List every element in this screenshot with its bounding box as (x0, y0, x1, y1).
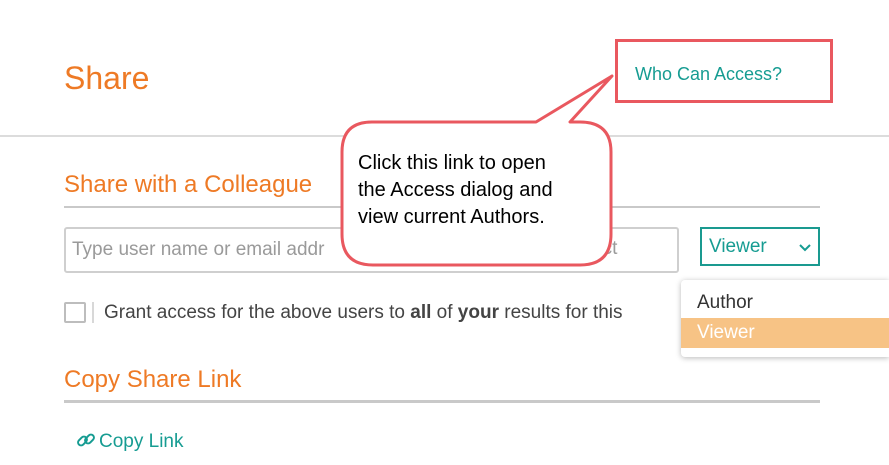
page-title: Share (64, 60, 150, 96)
copy-share-heading: Copy Share Link (64, 366, 242, 393)
grant-text-part: of (431, 302, 458, 323)
role-option-author[interactable]: Author (681, 288, 889, 318)
link-icon (76, 431, 99, 452)
role-dropdown-menu: Author Viewer (681, 280, 889, 357)
who-can-access-link[interactable]: Who Can Access? (635, 63, 782, 85)
copy-link-label: Copy Link (99, 431, 184, 452)
section-divider (64, 400, 820, 403)
chevron-down-icon (799, 240, 811, 252)
checkbox-divider (92, 302, 94, 323)
grant-bold-all: all (410, 302, 432, 323)
grant-text-part: results for this (498, 302, 623, 323)
share-colleague-heading: Share with a Colleague (64, 171, 313, 198)
callout-line: the Access dialog and (358, 179, 553, 201)
role-option-viewer[interactable]: Viewer (681, 318, 889, 348)
header-divider (0, 135, 889, 137)
user-search-input[interactable] (64, 227, 679, 273)
callout-line: view current Authors. (358, 206, 545, 228)
input-placeholder-tail: ect (592, 238, 618, 259)
grant-access-checkbox[interactable] (64, 302, 86, 323)
callout-text: Click this link to open the Access dialo… (358, 150, 608, 231)
grant-text-part: Grant access for the above users to (104, 302, 411, 323)
copy-link-button[interactable]: Copy Link (76, 430, 184, 453)
grant-bold-your: your (457, 302, 499, 323)
role-select[interactable]: Viewer (700, 227, 820, 266)
callout-line: Click this link to open (358, 152, 546, 174)
grant-access-label: Grant access for the above users to all … (104, 302, 623, 324)
role-select-value: Viewer (709, 236, 767, 257)
